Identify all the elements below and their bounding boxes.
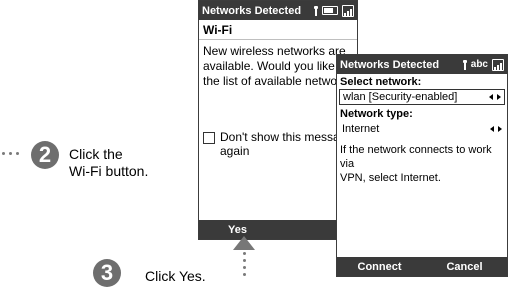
step2-line1: Click the [69, 146, 123, 162]
networks-detected-dialog: Networks Detected Wi-Fi New wireless net… [198, 0, 358, 240]
dialog-title: Networks Detected [340, 58, 440, 71]
message-line: available. Would you like to [203, 59, 349, 73]
antenna-icon [314, 5, 318, 16]
checkbox-label: Don't show this message again [220, 130, 353, 158]
title-bar: Networks Detected [199, 1, 357, 20]
checkbox-label-line2: again [220, 144, 250, 158]
pointer-arrow-icon [233, 236, 255, 250]
network-type-selector[interactable]: Internet [339, 121, 505, 137]
select-network-value: wlan [Security-enabled] [343, 91, 458, 103]
step2-line2: Wi-Fi button. [69, 163, 149, 179]
vpn-hint-text: If the network connects to work via VPN,… [337, 137, 507, 185]
left-arrow-icon[interactable] [490, 126, 494, 132]
select-network-dropdown[interactable]: wlan [Security-enabled] [339, 89, 505, 105]
signal-icon [342, 4, 354, 17]
step-number-badge: 3 [93, 259, 121, 287]
dont-show-again-checkbox-row[interactable]: Don't show this message again [203, 130, 353, 158]
antenna-icon [462, 59, 467, 70]
dialog-message: New wireless networks are available. Wou… [199, 40, 357, 89]
left-arrow-icon[interactable] [489, 94, 493, 100]
softkey-bar: Yes No [199, 220, 357, 239]
step2-instruction: Click the Wi-Fi button. [69, 146, 148, 180]
checkbox-label-line1: Don't show this message [220, 130, 354, 144]
wifi-heading: Wi-Fi [203, 23, 233, 37]
leader-dots-step3 [243, 252, 246, 276]
message-line: New wireless networks are [203, 44, 346, 58]
connect-softkey[interactable]: Connect [337, 261, 422, 273]
right-arrow-icon[interactable] [498, 126, 502, 132]
network-type-label: Network type: [340, 108, 413, 120]
cancel-softkey[interactable]: Cancel [422, 261, 507, 273]
select-network-dialog: Networks Detected abc Select network: wl… [336, 54, 508, 277]
yes-softkey[interactable]: Yes [199, 224, 276, 236]
network-type-value: Internet [342, 123, 380, 135]
softkey-bar: Connect Cancel [337, 257, 507, 276]
right-arrow-icon[interactable] [497, 94, 501, 100]
battery-icon [322, 6, 338, 15]
input-mode-indicator: abc [470, 59, 488, 70]
message-line: the list of available networks [203, 74, 354, 88]
dont-show-again-checkbox[interactable] [203, 132, 215, 144]
dialog-title: Networks Detected [202, 4, 302, 17]
leader-dots-step2 [2, 152, 19, 155]
title-bar: Networks Detected abc [337, 55, 507, 74]
select-network-label: Select network: [340, 76, 422, 88]
hint-line1: If the network connects to work via [340, 144, 492, 170]
step-number-badge: 2 [31, 141, 59, 169]
signal-icon [492, 58, 504, 71]
hint-line2: VPN, select Internet. [340, 172, 441, 184]
